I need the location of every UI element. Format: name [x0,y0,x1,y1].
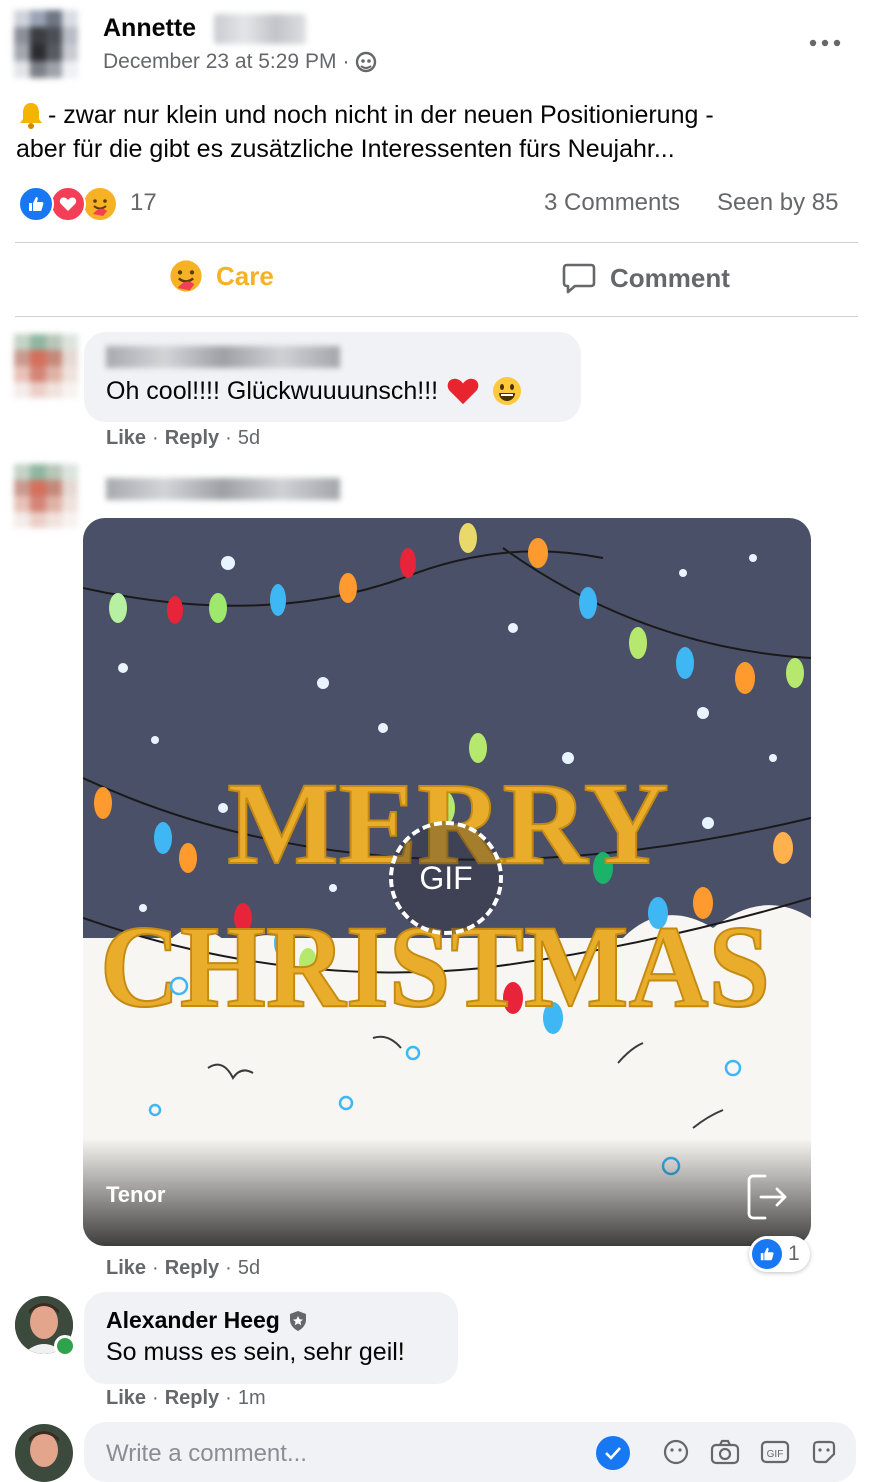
comment-1-time[interactable]: 5d [238,427,260,449]
reactions-count[interactable]: 17 [130,189,157,217]
comment-3-like[interactable]: Like [106,1387,146,1409]
comment-1-text-row: Oh cool!!!! Glückwuuuunsch!!! [106,376,522,406]
comment-2-avatar[interactable] [14,464,78,528]
gif-badge-label: GIF [419,859,473,896]
love-reaction-icon [50,186,86,222]
grin-emoji [492,376,522,406]
post-timestamp[interactable]: December 23 at 5:29 PM [103,50,336,74]
comment-2-reaction-chip[interactable]: 1 [749,1236,810,1272]
care-button[interactable]: Care [168,258,274,294]
verified-icon [288,1310,308,1332]
privacy-icon[interactable] [355,51,377,73]
gif-badge[interactable]: GIF [389,821,503,935]
care-label: Care [216,260,274,291]
post-meta: December 23 at 5:29 PM · [103,50,377,74]
comments-count[interactable]: 3 Comments [544,189,680,217]
comment-2-meta: Like · Reply · 5d [106,1257,261,1279]
emoji-icon[interactable] [662,1438,690,1471]
author-lastname-redacted [214,14,306,44]
seen-by[interactable]: Seen by 85 [717,189,838,217]
comment-3-author[interactable]: Alexander Heeg [106,1307,280,1334]
comment-2-reply[interactable]: Reply [165,1257,219,1279]
post-author-avatar[interactable] [14,10,78,78]
comment-button[interactable]: Comment [562,262,730,294]
comment-1-reply[interactable]: Reply [165,427,219,449]
gif-icon[interactable]: GIF [760,1438,790,1471]
like-reaction-icon [18,186,54,222]
gif-attachment[interactable]: MERRY CHRISTMAS Tenor GIF [83,518,811,1246]
share-out-icon[interactable] [745,1172,789,1227]
comment-2-reaction-count: 1 [788,1242,800,1265]
send-icon[interactable] [596,1436,630,1470]
gif-source-overlay [83,1138,811,1246]
like-reaction-icon [752,1239,782,1269]
reaction-icons[interactable] [18,186,122,222]
care-icon [168,258,204,294]
comment-3-text: So muss es sein, sehr geil! [106,1338,405,1366]
comment-1-meta: Like · Reply · 5d [106,427,261,449]
comment-icon [562,262,596,294]
comment-3-author-row: Alexander Heeg [106,1307,308,1334]
care-reaction-icon [82,186,118,222]
comment-3-meta: Like · Reply · 1m [106,1387,266,1409]
comment-2-like[interactable]: Like [106,1257,146,1279]
comment-1-avatar[interactable] [14,334,78,398]
comment-label: Comment [610,262,730,293]
comment-3-reply[interactable]: Reply [165,1387,219,1409]
comment-2-time[interactable]: 5d [238,1257,260,1279]
comment-1-text: Oh cool!!!! Glückwuuuunsch!!! [106,376,439,405]
comment-3-time[interactable]: 1m [238,1387,266,1409]
comment-composer[interactable]: Write a comment... GIF [84,1422,856,1482]
online-status-dot [54,1335,76,1357]
composer-placeholder: Write a comment... [106,1440,307,1467]
more-icon[interactable] [808,32,842,59]
comment-1-like[interactable]: Like [106,427,146,449]
sticker-icon[interactable] [810,1438,838,1471]
post-body-line2: aber für die gibt es zusätzliche Interes… [16,135,675,163]
svg-text:GIF: GIF [767,1449,784,1460]
bell-icon [16,100,46,130]
divider-top [15,242,858,243]
post-author-name[interactable]: Annette [103,14,196,43]
camera-icon[interactable] [710,1438,740,1471]
composer-avatar[interactable] [15,1424,73,1482]
post-body-line1: - zwar nur klein und noch nicht in der n… [48,101,714,129]
comment-1-author-redacted[interactable] [106,346,340,368]
meta-separator: · [342,50,350,73]
gif-source-label[interactable]: Tenor [106,1182,165,1208]
heart-emoji [446,376,480,406]
post-body: - zwar nur klein und noch nicht in der n… [16,98,866,166]
comment-2-author-redacted[interactable] [106,478,340,500]
divider-bottom [15,316,858,317]
